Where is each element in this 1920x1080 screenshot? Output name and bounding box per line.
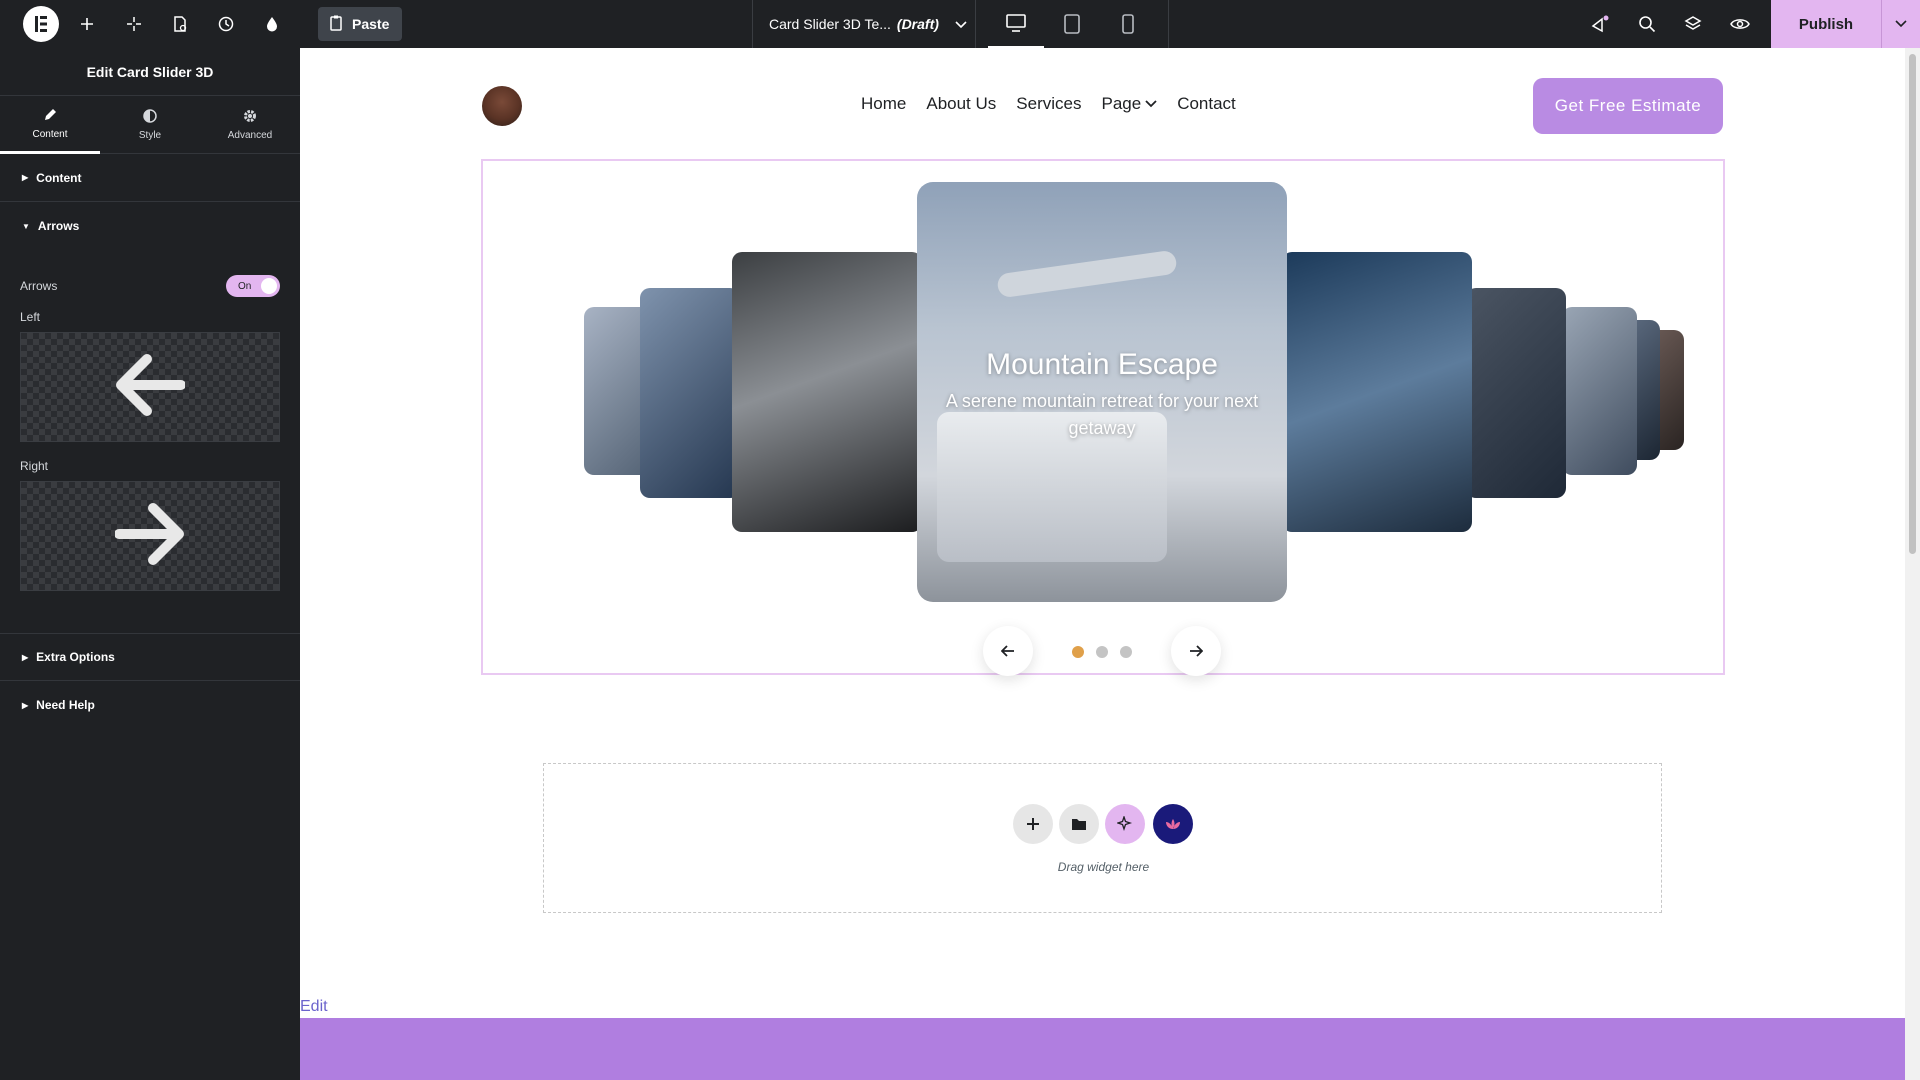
caret-down-icon: ▼ bbox=[22, 221, 30, 231]
publish-button[interactable]: Publish bbox=[1771, 0, 1881, 48]
chevron-down-icon bbox=[1145, 100, 1157, 108]
tab-advanced-label: Advanced bbox=[227, 130, 273, 141]
section-help-label: Need Help bbox=[36, 698, 95, 712]
slider-dot[interactable] bbox=[1096, 646, 1108, 658]
arrows-control-label: Arrows bbox=[20, 279, 58, 293]
section-need-help[interactable]: ▶ Need Help bbox=[0, 681, 300, 729]
document-title: Card Slider 3D Te... bbox=[769, 16, 891, 32]
slider-card[interactable] bbox=[1282, 252, 1472, 532]
nav-item-page-label: Page bbox=[1101, 94, 1142, 113]
add-element-icon[interactable] bbox=[71, 8, 103, 40]
document-status: (Draft) bbox=[896, 16, 939, 32]
chevron-down-icon bbox=[955, 16, 967, 32]
pencil-icon bbox=[43, 108, 57, 125]
card-title: Mountain Escape bbox=[986, 348, 1218, 381]
arrow-right-icon bbox=[114, 502, 185, 571]
device-switcher bbox=[975, 0, 1169, 48]
addon-lotus-icon[interactable] bbox=[1153, 804, 1193, 844]
tab-content[interactable]: Content bbox=[0, 96, 100, 154]
edit-link[interactable]: Edit bbox=[300, 998, 328, 1016]
site-nav: Home About Us Services Page Contact bbox=[861, 94, 1236, 114]
section-arrows-label: Arrows bbox=[37, 219, 80, 233]
left-arrow-label: Left bbox=[20, 310, 41, 324]
search-icon[interactable] bbox=[1631, 8, 1663, 40]
top-bar: Paste Card Slider 3D Te... (Draft) Publi… bbox=[0, 0, 1920, 48]
panel-title: Edit Card Slider 3D bbox=[0, 48, 300, 96]
slider-card[interactable] bbox=[732, 252, 922, 532]
paste-icon bbox=[330, 15, 344, 34]
slider-card[interactable] bbox=[1562, 307, 1637, 475]
slider-dot[interactable] bbox=[1072, 646, 1084, 658]
ai-sparkle-icon[interactable] bbox=[1105, 804, 1145, 844]
page-settings-icon[interactable] bbox=[164, 8, 196, 40]
right-arrow-media-picker[interactable] bbox=[20, 481, 280, 591]
card-image-robot-arm bbox=[996, 249, 1178, 299]
preview-canvas: Home About Us Services Page Contact Get … bbox=[300, 48, 1905, 1080]
toggle-knob bbox=[261, 278, 277, 294]
desktop-view-icon[interactable] bbox=[988, 0, 1044, 48]
slider-pagination bbox=[1072, 646, 1132, 658]
template-library-folder-icon[interactable] bbox=[1059, 804, 1099, 844]
notifications-icon[interactable] bbox=[1584, 8, 1616, 40]
slider-card[interactable] bbox=[640, 288, 740, 498]
section-extra-options[interactable]: ▶ Extra Options bbox=[0, 633, 300, 681]
site-logo-avatar[interactable] bbox=[482, 86, 522, 126]
tab-style-label: Style bbox=[138, 130, 162, 141]
theme-style-icon[interactable] bbox=[256, 8, 288, 40]
section-extra-label: Extra Options bbox=[36, 650, 115, 664]
left-arrow-media-picker[interactable] bbox=[20, 332, 280, 442]
panel-tabs: Content Style Advanced bbox=[0, 96, 300, 154]
right-arrow-label: Right bbox=[20, 459, 49, 473]
editor-panel: Edit Card Slider 3D Content Style Advanc… bbox=[0, 48, 300, 1080]
section-arrows[interactable]: ▼ Arrows bbox=[0, 202, 300, 250]
add-section-icon[interactable] bbox=[1013, 804, 1053, 844]
elementor-logo-icon[interactable] bbox=[23, 6, 59, 42]
document-title-dropdown[interactable]: Card Slider 3D Te... (Draft) bbox=[752, 0, 974, 48]
slider-card[interactable] bbox=[1466, 288, 1566, 498]
drop-zone-text: Drag widget here bbox=[1057, 860, 1150, 874]
half-circle-icon bbox=[143, 109, 157, 126]
tab-content-label: Content bbox=[32, 128, 68, 140]
nav-item-page[interactable]: Page bbox=[1101, 94, 1157, 114]
section-content-label: Content bbox=[36, 170, 82, 185]
layers-icon[interactable] bbox=[1677, 8, 1709, 40]
site-settings-icon[interactable] bbox=[118, 8, 150, 40]
caret-right-icon: ▶ bbox=[22, 173, 29, 182]
nav-item-services[interactable]: Services bbox=[1016, 94, 1081, 114]
arrow-left-icon bbox=[115, 353, 186, 422]
caret-right-icon: ▶ bbox=[22, 700, 29, 710]
arrows-toggle[interactable]: On bbox=[226, 275, 280, 297]
footer-section[interactable] bbox=[300, 1018, 1905, 1080]
tab-style[interactable]: Style bbox=[100, 96, 200, 154]
slider-next-button[interactable] bbox=[1171, 626, 1221, 676]
nav-item-about-us[interactable]: About Us bbox=[926, 94, 996, 114]
section-content[interactable]: ▶ Content bbox=[0, 154, 300, 202]
caret-right-icon: ▶ bbox=[22, 652, 29, 662]
tab-advanced[interactable]: Advanced bbox=[200, 96, 300, 154]
paste-button[interactable]: Paste bbox=[318, 7, 402, 41]
history-icon[interactable] bbox=[210, 8, 242, 40]
nav-item-contact[interactable]: Contact bbox=[1177, 94, 1236, 114]
arrow-right-icon bbox=[1190, 645, 1203, 657]
preview-eye-icon[interactable] bbox=[1724, 8, 1756, 40]
nav-item-home[interactable]: Home bbox=[861, 94, 906, 114]
slider-card-active[interactable]: Mountain Escape A serene mountain retrea… bbox=[917, 182, 1287, 602]
scrollbar-thumb[interactable] bbox=[1909, 54, 1916, 554]
publish-options-chevron-icon[interactable] bbox=[1881, 0, 1920, 48]
card-description: A serene mountain retreat for your next … bbox=[945, 391, 1259, 438]
arrow-left-icon bbox=[1001, 645, 1014, 657]
get-free-estimate-button[interactable]: Get Free Estimate bbox=[1533, 78, 1723, 134]
slider-dot[interactable] bbox=[1120, 646, 1132, 658]
paste-label: Paste bbox=[352, 16, 390, 32]
tablet-view-icon[interactable] bbox=[1044, 0, 1100, 48]
canvas-scrollbar[interactable] bbox=[1905, 48, 1920, 1080]
gear-icon bbox=[243, 109, 257, 126]
arrows-toggle-label: On bbox=[238, 280, 252, 292]
slider-prev-button[interactable] bbox=[983, 626, 1033, 676]
drop-zone[interactable]: Drag widget here bbox=[543, 763, 1662, 913]
mobile-view-icon[interactable] bbox=[1100, 0, 1156, 48]
